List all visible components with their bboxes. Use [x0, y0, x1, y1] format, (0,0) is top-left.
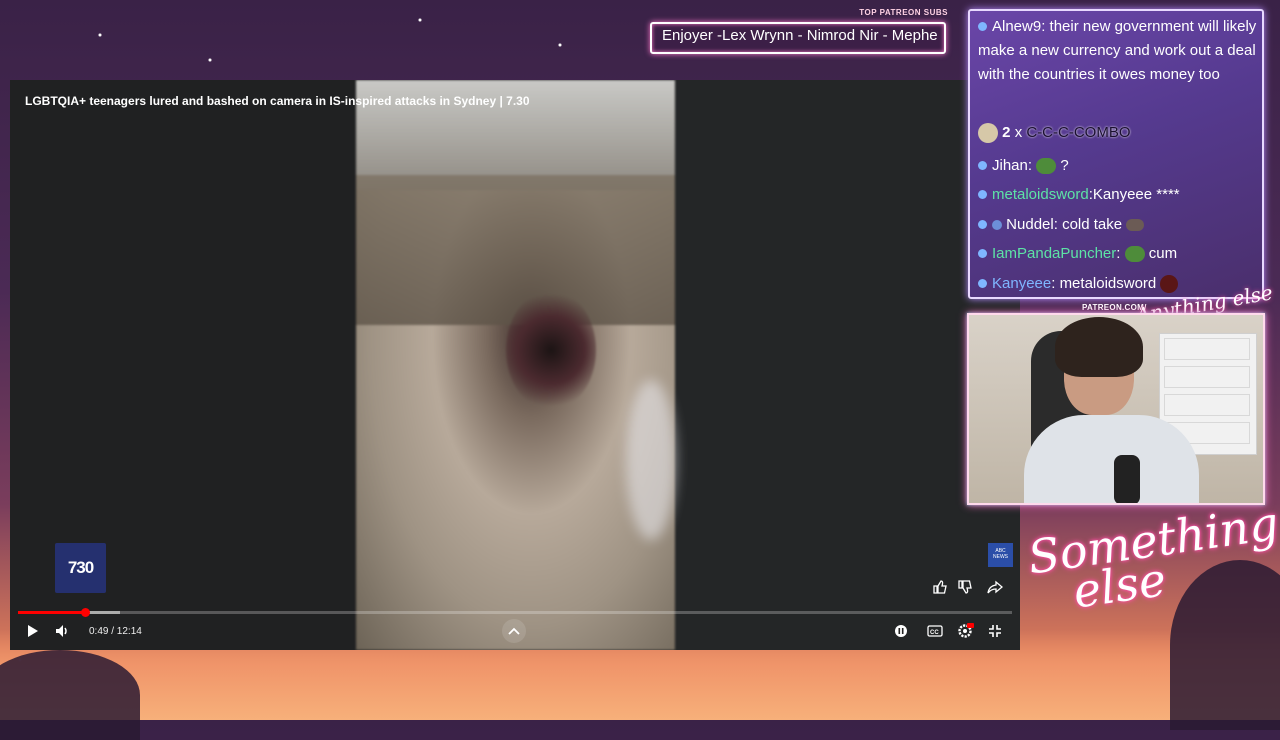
- captions-icon: CC: [927, 625, 943, 637]
- video-title[interactable]: LGBTQIA+ teenagers lured and bashed on c…: [25, 94, 530, 108]
- chat-text: ?: [1060, 157, 1069, 174]
- chat-text: cold take: [1062, 216, 1123, 233]
- captions-button[interactable]: CC: [925, 622, 945, 640]
- chapters-button[interactable]: [502, 619, 526, 643]
- chat-badge-icon: [978, 189, 987, 199]
- autoplay-toggle[interactable]: [892, 622, 910, 640]
- volume-icon: [56, 625, 67, 637]
- blood-emote-icon: [1160, 275, 1179, 294]
- chat-badge-icon: [978, 219, 987, 229]
- pause-circle-icon: [895, 625, 907, 637]
- settings-button[interactable]: [955, 621, 975, 641]
- emote-combo-icon: [978, 123, 998, 144]
- drawer: [1164, 366, 1250, 388]
- chat-badge-icon: [978, 248, 987, 258]
- chat-message: Nuddel: cold take: [978, 213, 1145, 237]
- video-player[interactable]: LGBTQIA+ teenagers lured and bashed on c…: [10, 80, 1020, 650]
- frame-blurred-subject: [506, 290, 596, 410]
- channel-logo-730: 730: [55, 543, 106, 593]
- exit-fullscreen-button[interactable]: [985, 621, 1005, 641]
- drawer: [1164, 338, 1250, 360]
- chat-overlay: Alnew9: their new government will likely…: [968, 9, 1264, 299]
- time-display: 0:49 / 12:14: [89, 626, 142, 637]
- chat-combo: 2 x C-C-C-COMBO: [978, 121, 1131, 145]
- play-icon: [28, 625, 38, 637]
- progress-bar[interactable]: [18, 608, 1012, 617]
- chat-message: Alnew9: their new government will likely…: [978, 18, 1257, 83]
- progress-played: [18, 611, 85, 614]
- chat-message: metaloidsword:Kanyeee ****: [978, 183, 1180, 207]
- frame-shelf: [356, 175, 675, 325]
- svg-text:CC: CC: [930, 630, 939, 636]
- thumbs-up-icon: [933, 580, 947, 594]
- video-frame[interactable]: [356, 80, 676, 650]
- abc-news-watermark[interactable]: ABC NEWS: [988, 543, 1013, 567]
- chevron-up-icon: [508, 627, 520, 635]
- chat-text: Kanyeee ****: [1092, 186, 1180, 203]
- chat-badge-icon: [978, 278, 987, 288]
- badge-icon: [992, 220, 1002, 231]
- chat-message: Kanyeee: metaloidsword: [978, 272, 1179, 296]
- chat-message: IamPandaPuncher: cum: [978, 242, 1177, 266]
- exit-fullscreen-icon: [989, 625, 1001, 637]
- thumbs-down-icon: [958, 580, 972, 594]
- chat-badge-icon: [978, 21, 987, 31]
- chat-username: Nuddel: [1006, 216, 1054, 233]
- chat-message: Jihan: ?: [978, 154, 1069, 178]
- chat-badge-icon: [978, 160, 987, 170]
- chat-username: Jihan: [992, 157, 1028, 174]
- chat-text: metaloidsword: [1059, 275, 1157, 292]
- chat-username: Kanyeee: [992, 275, 1052, 292]
- patreon-subs-banner: TOP PATREON SUBS Enjoyer -Lex Wrynn - Ni…: [650, 8, 950, 54]
- rock-emote-icon: [1126, 219, 1145, 232]
- patreon-subs-ticker: Enjoyer -Lex Wrynn - Nimrod Nir - Mephe: [650, 22, 946, 54]
- patreon-subs-label: TOP PATREON SUBS: [859, 8, 948, 17]
- chat-username: metaloidsword: [992, 186, 1089, 203]
- drawer: [1164, 394, 1250, 416]
- chat-username: Alnew9: [992, 18, 1042, 35]
- combo-text: C-C-C-COMBO: [1026, 124, 1131, 141]
- progress-scrubber[interactable]: [80, 608, 90, 617]
- share-icon: [987, 580, 1003, 594]
- chat-username: IamPandaPuncher: [992, 245, 1117, 262]
- play-button[interactable]: [22, 621, 44, 641]
- pepe-emote-icon: [1124, 246, 1145, 263]
- share-button[interactable]: [985, 577, 1005, 597]
- pepe-emote-icon: [1036, 158, 1057, 175]
- combo-count: 2: [1002, 124, 1011, 141]
- volume-button[interactable]: [52, 621, 74, 641]
- dislike-button[interactable]: [955, 577, 975, 597]
- streamer-shirt: [1024, 415, 1199, 503]
- patreon-subs-names: Enjoyer -Lex Wrynn - Nimrod Nir - Mephe: [662, 27, 938, 44]
- microphone: [1114, 455, 1140, 503]
- frame-light: [626, 380, 676, 540]
- combo-x: x: [1014, 124, 1023, 141]
- webcam-feed: [967, 313, 1265, 505]
- chat-text: cum: [1148, 245, 1178, 262]
- like-button[interactable]: [930, 577, 950, 597]
- gear-icon: [958, 623, 974, 638]
- streamer-hair: [1055, 317, 1143, 377]
